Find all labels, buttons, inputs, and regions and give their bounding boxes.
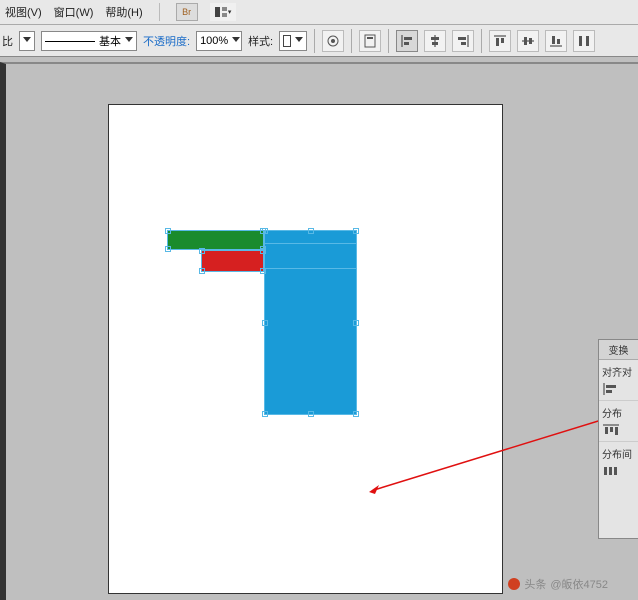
align-panel: 变换 对齐对 分布 分布间	[598, 339, 638, 539]
align-right-icon[interactable]	[452, 30, 474, 52]
attribution-prefix: 头条	[524, 576, 546, 592]
rectangle-blue-small[interactable]	[264, 243, 357, 269]
arrange-documents-icon[interactable]: ▾	[210, 3, 236, 21]
align-left-icon[interactable]	[602, 382, 620, 396]
align-center-v-icon[interactable]	[517, 30, 539, 52]
stroke-label: 基本	[99, 33, 121, 49]
rectangle-red[interactable]	[201, 250, 264, 272]
opacity-input[interactable]: 100%	[196, 31, 242, 51]
toolbar-separator	[388, 29, 389, 53]
menu-separator	[159, 3, 160, 21]
options-toolbar: 比 基本 不透明度: 100% 样式:	[0, 25, 638, 57]
panel-section-distribute-spacing: 分布间	[599, 442, 638, 482]
ratio-label: 比	[2, 33, 13, 49]
document-setup-icon[interactable]	[359, 30, 381, 52]
style-label: 样式:	[248, 33, 273, 49]
align-left-icon[interactable]	[396, 30, 418, 52]
toolbar-separator	[314, 29, 315, 53]
style-dropdown[interactable]	[279, 31, 307, 51]
distribute-top-icon[interactable]	[602, 423, 620, 437]
toutiao-logo-icon	[508, 578, 520, 590]
stroke-preview-icon	[45, 41, 95, 53]
rectangle-green[interactable]	[167, 230, 264, 250]
artboard[interactable]	[108, 104, 503, 594]
panel-section-distribute: 分布	[599, 401, 638, 442]
menu-help[interactable]: 帮助(H)	[105, 4, 142, 20]
menu-bar: 视图(V) 窗口(W) 帮助(H) Br ▾	[0, 0, 638, 25]
bridge-icon[interactable]: Br	[176, 3, 198, 21]
opacity-value: 100%	[200, 35, 228, 47]
panel-tab-transform[interactable]: 变换	[599, 340, 638, 360]
toolbar-separator	[481, 29, 482, 53]
workspace: 变换 对齐对 分布 分布间 头条 @皈依4752	[0, 62, 638, 600]
toolbar-separator	[351, 29, 352, 53]
panel-section-align: 对齐对	[599, 360, 638, 401]
style-panel-icon[interactable]	[322, 30, 344, 52]
align-center-h-icon[interactable]	[424, 30, 446, 52]
opacity-label[interactable]: 不透明度:	[143, 33, 190, 49]
align-bottom-icon[interactable]	[545, 30, 567, 52]
menu-window[interactable]: 窗口(W)	[54, 4, 94, 20]
align-top-icon[interactable]	[489, 30, 511, 52]
attribution: 头条 @皈依4752	[508, 576, 608, 592]
distribute-icon[interactable]	[573, 30, 595, 52]
stroke-dropdown[interactable]: 基本	[41, 31, 137, 51]
menu-view[interactable]: 视图(V)	[5, 4, 42, 20]
attribution-author: @皈依4752	[550, 576, 608, 592]
ratio-dropdown[interactable]	[19, 31, 35, 51]
distribute-spacing-icon[interactable]	[602, 464, 620, 478]
